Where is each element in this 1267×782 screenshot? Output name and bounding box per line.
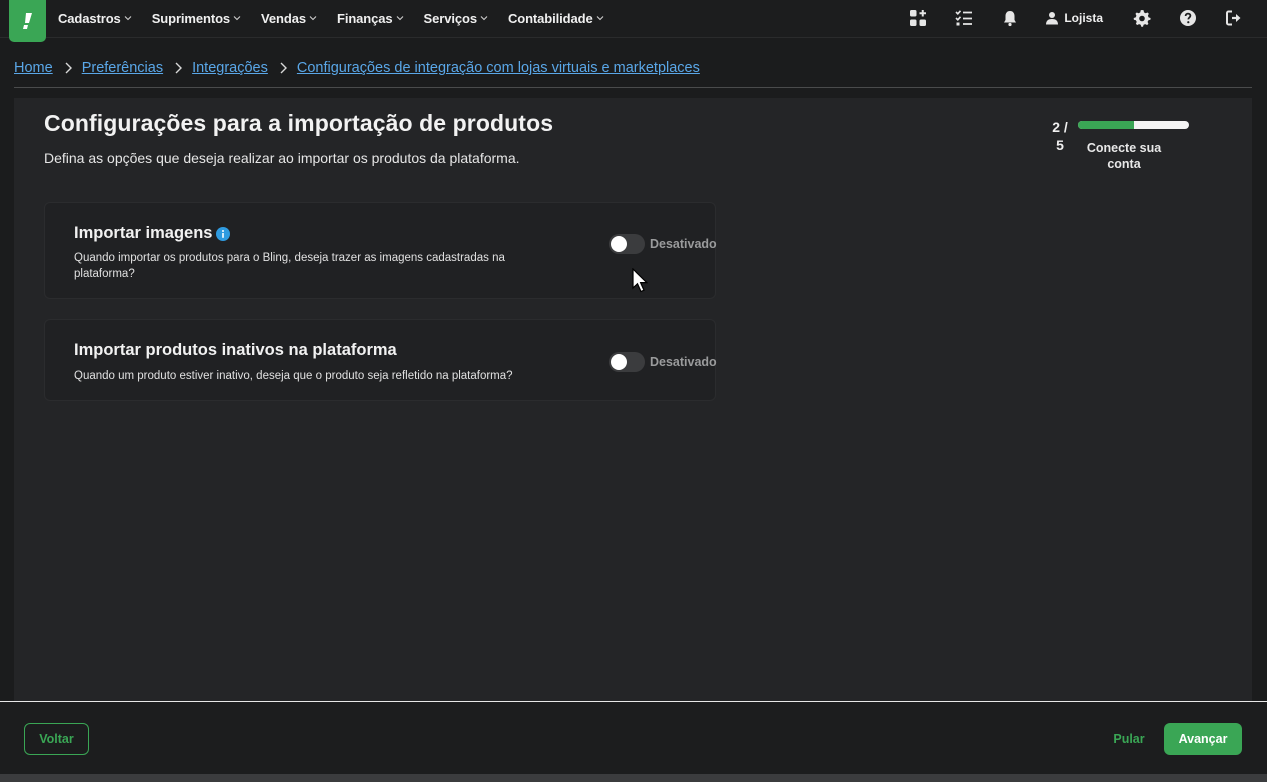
menu-label: Finanças <box>336 10 393 26</box>
skip-button[interactable]: Pular <box>1106 723 1152 755</box>
chevron-down-icon <box>309 16 317 21</box>
menu-suprimentos[interactable]: Suprimentos <box>152 11 241 26</box>
user-icon <box>1046 12 1059 25</box>
toggle-switch[interactable] <box>609 352 645 372</box>
breadcrumb-home[interactable]: Home <box>14 60 53 76</box>
menu-servicos[interactable]: Serviços <box>424 11 488 26</box>
import-images-toggle[interactable]: Desativado <box>609 234 717 254</box>
menu-contabilidade[interactable]: Contabilidade <box>508 11 604 26</box>
menu-label: Contabilidade <box>507 10 593 26</box>
bling-logo[interactable] <box>9 0 46 42</box>
setting-card-import-images: Importar imagens Quando importar os prod… <box>44 202 717 299</box>
page-description: Defina as opções que deseja realizar ao … <box>44 150 520 166</box>
toggle-state-label: Desativado <box>650 355 717 369</box>
step-count: 2 / 5 <box>1046 118 1074 154</box>
menu-label: Cadastros <box>58 10 121 26</box>
info-icon[interactable] <box>216 226 231 241</box>
help-icon[interactable] <box>1179 9 1197 27</box>
setting-title: Importar produtos inativos na plataforma <box>74 341 397 360</box>
breadcrumb: Home Preferências Integrações Configuraç… <box>14 60 700 76</box>
chevron-down-icon <box>124 16 132 21</box>
setting-card-import-inactive: Importar produtos inativos na plataforma… <box>44 319 717 401</box>
progress-bar <box>1078 121 1189 129</box>
progress-fill <box>1078 121 1134 129</box>
nav-actions: Lojista <box>909 0 1267 36</box>
main-panel: Configurações para a importação de produ… <box>14 98 1252 702</box>
top-navbar: Cadastros Suprimentos Vendas Finanças Se… <box>0 0 1267 42</box>
chevron-down-icon <box>480 16 488 21</box>
page-title: Configurações para a importação de produ… <box>44 110 554 136</box>
apps-add-icon[interactable] <box>909 9 927 27</box>
breadcrumb-preferencias[interactable]: Preferências <box>82 60 163 76</box>
menu-label: Serviços <box>423 10 478 26</box>
back-button[interactable]: Voltar <box>24 723 89 755</box>
wizard-footer: Voltar Pular Avançar <box>0 701 1267 774</box>
menu-label: Vendas <box>261 10 306 26</box>
toggle-knob <box>611 236 627 252</box>
chevron-right-icon <box>175 62 183 74</box>
menu-cadastros[interactable]: Cadastros <box>58 11 132 26</box>
breadcrumb-integracoes[interactable]: Integrações <box>192 60 268 76</box>
gear-icon[interactable] <box>1133 9 1151 27</box>
setting-description: Quando um produto estiver inativo, desej… <box>74 370 513 382</box>
checklist-icon[interactable] <box>955 9 973 27</box>
toggle-switch[interactable] <box>609 234 645 254</box>
chevron-right-icon <box>280 62 287 74</box>
main-menu: Cadastros Suprimentos Vendas Finanças Se… <box>58 0 624 36</box>
window-bottom-strip <box>0 774 1267 782</box>
step-total: 5 <box>1056 137 1064 153</box>
step-progress: 2 / 5 Conecte sua conta <box>1046 118 1196 178</box>
setting-title: Importar imagens <box>74 224 231 243</box>
chevron-down-icon <box>596 16 603 21</box>
mouse-cursor-icon <box>632 268 649 293</box>
user-name: Lojista <box>1064 11 1103 25</box>
breadcrumb-configuracoes[interactable]: Configurações de integração com lojas vi… <box>297 60 700 76</box>
toggle-state-label: Desativado <box>650 237 717 251</box>
toggle-knob <box>611 354 627 370</box>
user-menu-button[interactable]: Lojista <box>1045 11 1103 25</box>
import-inactive-toggle[interactable]: Desativado <box>609 352 717 372</box>
menu-label: Suprimentos <box>151 10 231 26</box>
bell-icon[interactable] <box>1001 9 1019 27</box>
setting-title-text: Importar produtos inativos na plataforma <box>74 341 397 359</box>
chevron-down-icon <box>233 16 241 21</box>
breadcrumb-divider <box>14 87 1252 88</box>
step-current: 2 / <box>1052 119 1068 135</box>
logo-mark-icon <box>22 13 32 29</box>
chevron-down-icon <box>396 16 403 21</box>
logout-icon[interactable] <box>1225 9 1243 27</box>
step-label: Conecte sua conta <box>1086 141 1162 171</box>
menu-vendas[interactable]: Vendas <box>261 11 317 26</box>
next-button[interactable]: Avançar <box>1164 723 1242 755</box>
chevron-right-icon <box>65 62 72 74</box>
menu-financas[interactable]: Finanças <box>337 11 404 26</box>
setting-description: Quando importar os produtos para o Bling… <box>74 252 505 280</box>
setting-title-text: Importar imagens <box>74 224 213 242</box>
